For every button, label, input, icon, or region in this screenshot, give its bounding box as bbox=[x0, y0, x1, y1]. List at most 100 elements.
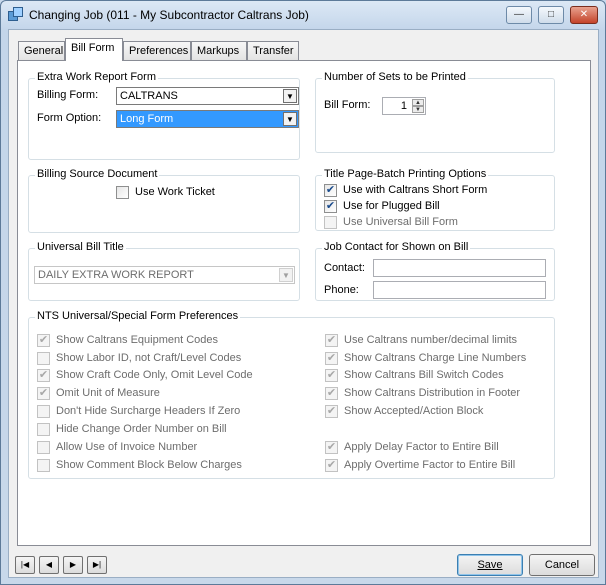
job-contact-group: Job Contact for Shown on Bill Contact: P… bbox=[315, 241, 555, 301]
universal-title-title: Universal Bill Title bbox=[35, 241, 126, 253]
checkbox-box bbox=[37, 459, 50, 472]
pref-hide-change-order: Hide Change Order Number on Bill bbox=[37, 423, 297, 437]
check-icon: ✔ bbox=[325, 441, 338, 454]
tab-preferences[interactable]: Preferences bbox=[123, 41, 191, 60]
contact-field[interactable] bbox=[373, 259, 546, 277]
pref-accepted-action-block: ✔ Show Accepted/Action Block bbox=[325, 405, 550, 419]
nts-prefs-title: NTS Universal/Special Form Preferences bbox=[35, 310, 241, 322]
form-option-value: Long Form bbox=[120, 113, 174, 125]
use-work-ticket-checkbox[interactable]: Use Work Ticket bbox=[116, 186, 286, 200]
pref-label: Show Caltrans Bill Switch Codes bbox=[344, 369, 504, 381]
phone-label: Phone: bbox=[324, 284, 359, 296]
pref-label: Don't Hide Surcharge Headers If Zero bbox=[56, 405, 241, 417]
minimize-button[interactable]: — bbox=[506, 6, 532, 24]
billing-form-label: Billing Form: bbox=[37, 89, 99, 101]
checkbox-box bbox=[324, 216, 337, 229]
billing-form-select[interactable]: CALTRANS ▼ bbox=[116, 87, 299, 105]
tab-markups[interactable]: Markups bbox=[191, 41, 247, 60]
title-bar[interactable]: Changing Job (011 - My Subcontractor Cal… bbox=[1, 1, 605, 29]
use-work-ticket-label: Use Work Ticket bbox=[135, 186, 215, 198]
universal-title-group: Universal Bill Title DAILY EXTRA WORK RE… bbox=[28, 241, 300, 301]
close-button[interactable]: ✕ bbox=[570, 6, 598, 24]
sets-printed-group: Number of Sets to be Printed Bill Form: … bbox=[315, 71, 555, 153]
billing-form-value: CALTRANS bbox=[120, 90, 178, 102]
tab-bill-form[interactable]: Bill Form bbox=[65, 38, 123, 61]
app-window: Changing Job (011 - My Subcontractor Cal… bbox=[0, 0, 606, 585]
check-icon: ✔ bbox=[37, 387, 50, 400]
pref-number-limits: ✔ Use Caltrans number/decimal limits bbox=[325, 334, 550, 348]
checkbox-box bbox=[37, 405, 50, 418]
phone-field[interactable] bbox=[373, 281, 546, 299]
extra-work-title: Extra Work Report Form bbox=[35, 71, 158, 83]
billing-source-title: Billing Source Document bbox=[35, 168, 160, 180]
pref-label: Use Caltrans number/decimal limits bbox=[344, 334, 517, 346]
nts-prefs-group: NTS Universal/Special Form Preferences ✔… bbox=[28, 310, 555, 479]
plugged-bill-checkbox[interactable]: ✔ Use for Plugged Bill bbox=[324, 200, 549, 214]
plugged-bill-label: Use for Plugged Bill bbox=[343, 200, 440, 212]
sets-bill-form-spinner[interactable]: 1 ▲ ▼ bbox=[382, 97, 426, 115]
billing-source-group: Billing Source Document Use Work Ticket bbox=[28, 168, 300, 233]
universal-title-select: DAILY EXTRA WORK REPORT ▼ bbox=[34, 266, 295, 284]
pref-comment-block: Show Comment Block Below Charges bbox=[37, 459, 297, 473]
pref-label: Omit Unit of Measure bbox=[56, 387, 160, 399]
pref-bill-switch-codes: ✔ Show Caltrans Bill Switch Codes bbox=[325, 369, 550, 383]
window-title: Changing Job (011 - My Subcontractor Cal… bbox=[29, 8, 309, 22]
next-record-button[interactable]: ▶ bbox=[63, 556, 83, 574]
extra-work-group: Extra Work Report Form Billing Form: CAL… bbox=[28, 71, 300, 160]
spin-up-icon[interactable]: ▲ bbox=[412, 99, 424, 106]
checkbox-box bbox=[37, 423, 50, 436]
check-icon: ✔ bbox=[37, 369, 50, 382]
pref-label: Hide Change Order Number on Bill bbox=[56, 423, 227, 435]
check-icon: ✔ bbox=[37, 334, 50, 347]
pref-label: Show Caltrans Distribution in Footer bbox=[344, 387, 521, 399]
spin-down-icon[interactable]: ▼ bbox=[412, 106, 424, 113]
pref-label: Show Caltrans Equipment Codes bbox=[56, 334, 219, 346]
check-icon: ✔ bbox=[325, 369, 338, 382]
check-icon[interactable]: ✔ bbox=[324, 200, 337, 213]
save-label: Save bbox=[477, 559, 503, 571]
check-icon: ✔ bbox=[325, 387, 338, 400]
chevron-down-icon: ▼ bbox=[279, 268, 293, 282]
job-contact-title: Job Contact for Shown on Bill bbox=[322, 241, 471, 253]
last-record-button[interactable]: ▶| bbox=[87, 556, 107, 574]
check-icon: ✔ bbox=[325, 334, 338, 347]
caltrans-short-form-checkbox[interactable]: ✔ Use with Caltrans Short Form bbox=[324, 184, 549, 198]
maximize-button[interactable]: □ bbox=[538, 6, 564, 24]
title-page-group: Title Page-Batch Printing Options ✔ Use … bbox=[315, 168, 555, 231]
pref-omit-unit: ✔ Omit Unit of Measure bbox=[37, 387, 297, 401]
tab-general[interactable]: General bbox=[18, 41, 65, 60]
form-option-select[interactable]: Long Form ▼ bbox=[116, 110, 299, 128]
prev-record-button[interactable]: ◀ bbox=[39, 556, 59, 574]
dialog-body: General Bill Form Preferences Markups Tr… bbox=[8, 29, 599, 578]
title-page-title: Title Page-Batch Printing Options bbox=[322, 168, 489, 180]
check-icon[interactable]: ✔ bbox=[324, 184, 337, 197]
check-icon: ✔ bbox=[325, 352, 338, 365]
tab-transfer[interactable]: Transfer bbox=[247, 41, 299, 60]
first-record-button[interactable]: |◀ bbox=[15, 556, 35, 574]
pref-label: Show Labor ID, not Craft/Level Codes bbox=[56, 352, 242, 364]
caltrans-short-form-label: Use with Caltrans Short Form bbox=[343, 184, 488, 196]
checkbox-box bbox=[37, 441, 50, 454]
chevron-down-icon[interactable]: ▼ bbox=[283, 112, 297, 126]
save-button[interactable]: Save bbox=[457, 554, 523, 576]
check-icon: ✔ bbox=[325, 459, 338, 472]
pref-craft-code-only: ✔ Show Craft Code Only, Omit Level Code bbox=[37, 369, 297, 383]
contact-label: Contact: bbox=[324, 262, 365, 274]
pref-label: Show Accepted/Action Block bbox=[344, 405, 484, 417]
pref-label: Show Caltrans Charge Line Numbers bbox=[344, 352, 527, 364]
sets-bill-form-label: Bill Form: bbox=[324, 99, 371, 111]
pref-invoice-number: Allow Use of Invoice Number bbox=[37, 441, 297, 455]
chevron-down-icon[interactable]: ▼ bbox=[283, 89, 297, 103]
pref-distribution-footer: ✔ Show Caltrans Distribution in Footer bbox=[325, 387, 550, 401]
checkbox-box[interactable] bbox=[116, 186, 129, 199]
pref-label: Apply Delay Factor to Entire Bill bbox=[344, 441, 499, 453]
pref-delay-factor: ✔ Apply Delay Factor to Entire Bill bbox=[325, 441, 550, 455]
pref-label: Show Craft Code Only, Omit Level Code bbox=[56, 369, 253, 381]
pref-surcharge-headers: Don't Hide Surcharge Headers If Zero bbox=[37, 405, 297, 419]
cancel-button[interactable]: Cancel bbox=[529, 554, 595, 576]
check-icon: ✔ bbox=[325, 405, 338, 418]
universal-title-value: DAILY EXTRA WORK REPORT bbox=[38, 269, 194, 281]
pref-charge-line-numbers: ✔ Show Caltrans Charge Line Numbers bbox=[325, 352, 550, 366]
checkbox-box bbox=[37, 352, 50, 365]
sets-bill-form-value: 1 bbox=[400, 100, 407, 112]
